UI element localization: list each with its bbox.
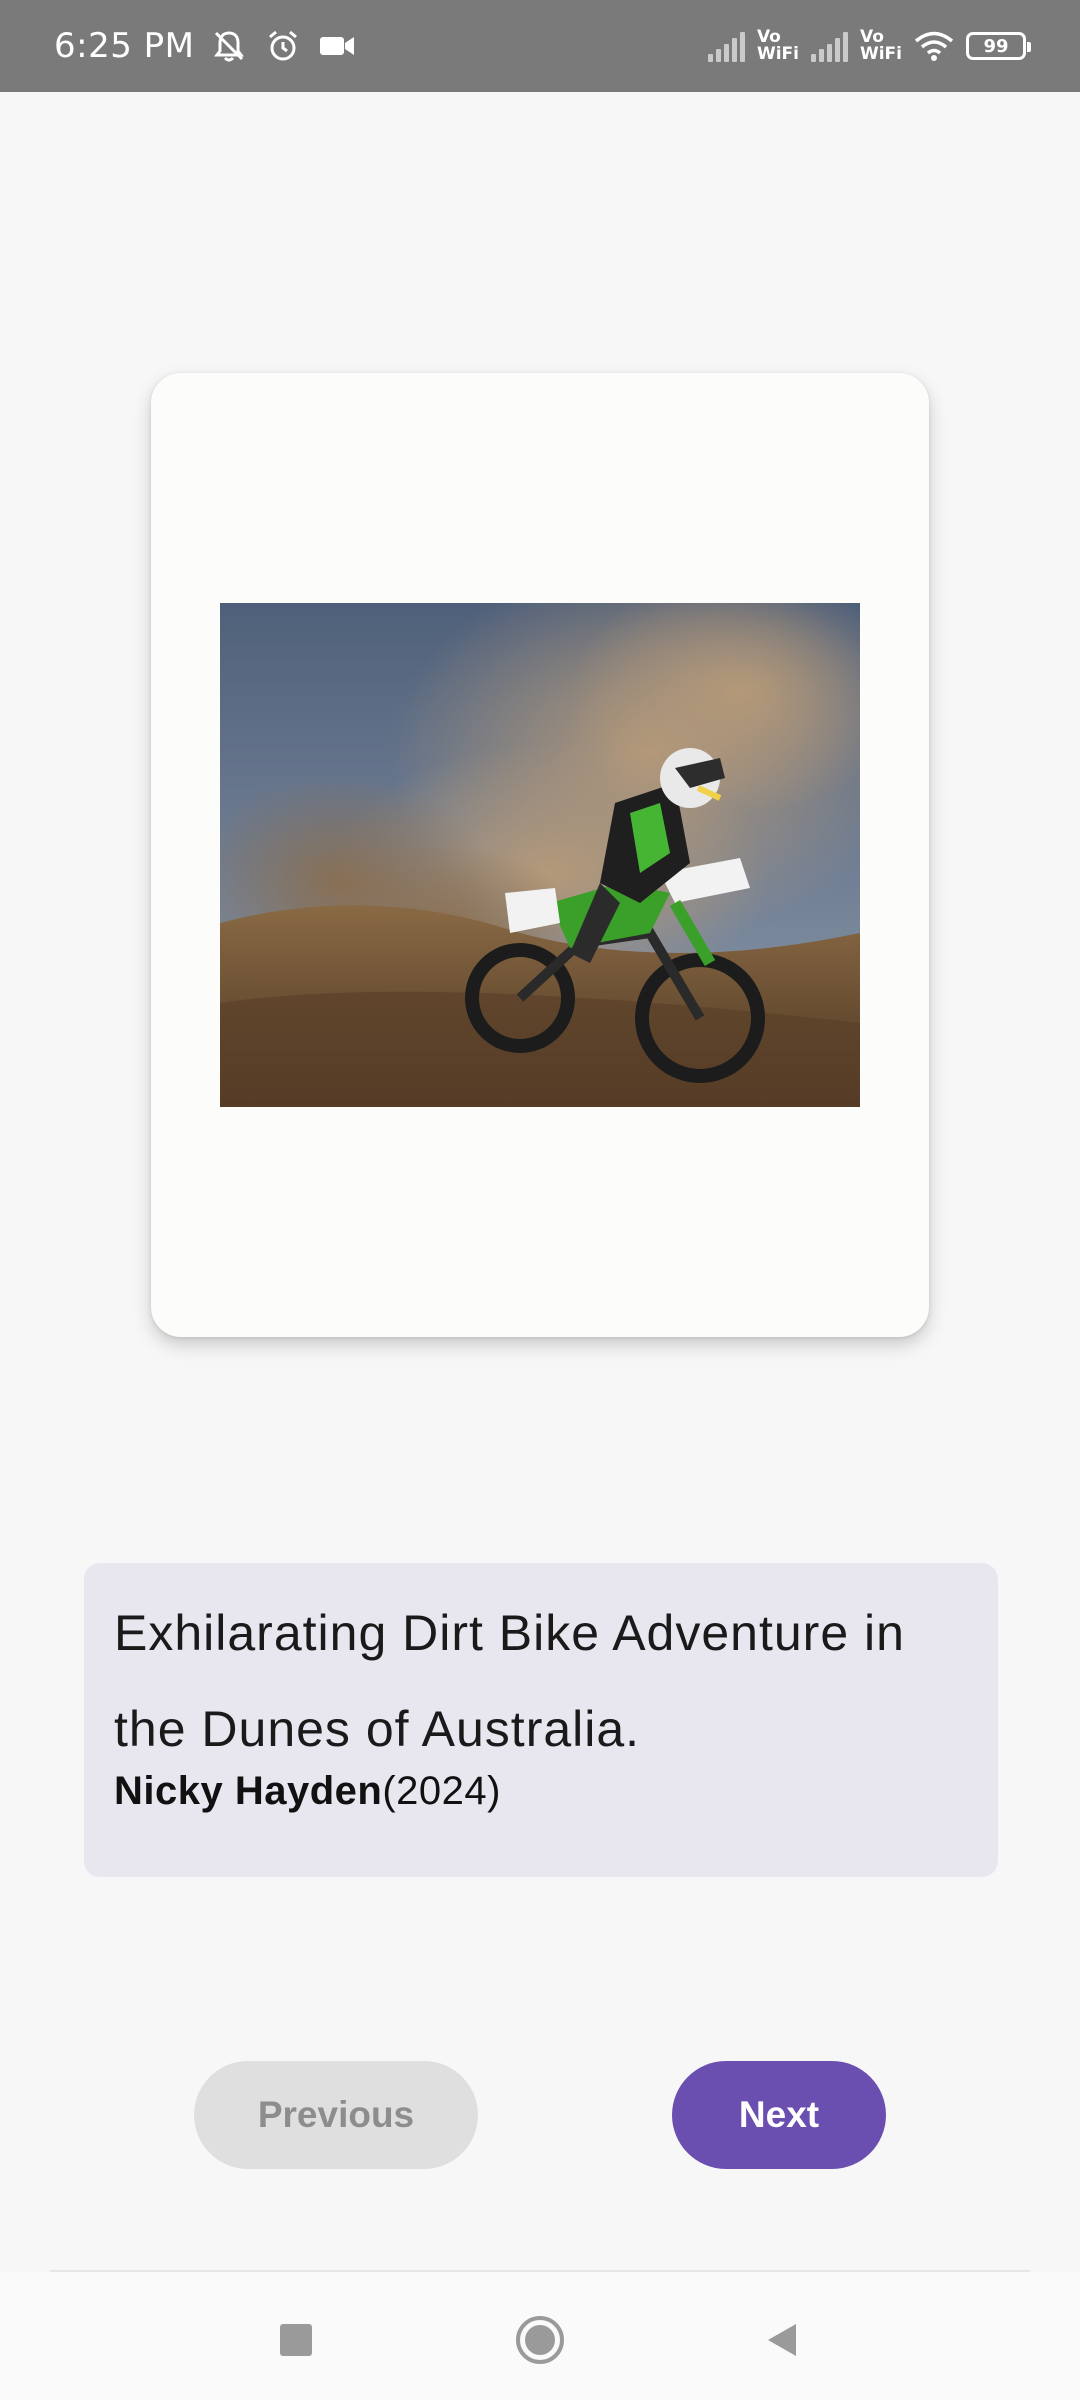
- status-right: Vo WiFi Vo WiFi 99: [707, 26, 1031, 66]
- status-time: 6:25 PM: [54, 26, 195, 66]
- previous-button[interactable]: Previous: [194, 2061, 478, 2169]
- vowifi-label-1: Vo WiFi: [756, 27, 799, 64]
- mute-icon: [209, 26, 249, 66]
- home-icon[interactable]: [510, 2310, 570, 2370]
- screen: 6:25 PM Vo WiFi Vo WiFi 99 Exhilarating …: [0, 0, 1080, 2400]
- wifi-icon: [914, 26, 954, 66]
- signal-icon-2: [810, 30, 848, 62]
- status-bar: 6:25 PM Vo WiFi Vo WiFi 99: [0, 0, 1080, 92]
- motocross-photo: [220, 603, 860, 1107]
- navigation-bar: [0, 2272, 1080, 2400]
- caption-year: (2024): [382, 1769, 501, 1813]
- alarm-icon: [263, 26, 303, 66]
- image-card: [151, 373, 929, 1337]
- caption-panel: Exhilarating Dirt Bike Adventure in the …: [84, 1563, 998, 1877]
- next-button[interactable]: Next: [672, 2061, 886, 2169]
- caption-author: Nicky Hayden: [114, 1769, 383, 1813]
- recent-apps-icon[interactable]: [266, 2310, 326, 2370]
- video-camera-icon: [317, 26, 357, 66]
- status-left: 6:25 PM: [54, 26, 357, 66]
- caption-title: Exhilarating Dirt Bike Adventure in the …: [114, 1605, 905, 1757]
- vowifi-label-2: Vo WiFi: [859, 27, 902, 64]
- back-icon[interactable]: [752, 2310, 812, 2370]
- battery-icon: 99: [966, 32, 1031, 60]
- signal-icon: [707, 30, 745, 62]
